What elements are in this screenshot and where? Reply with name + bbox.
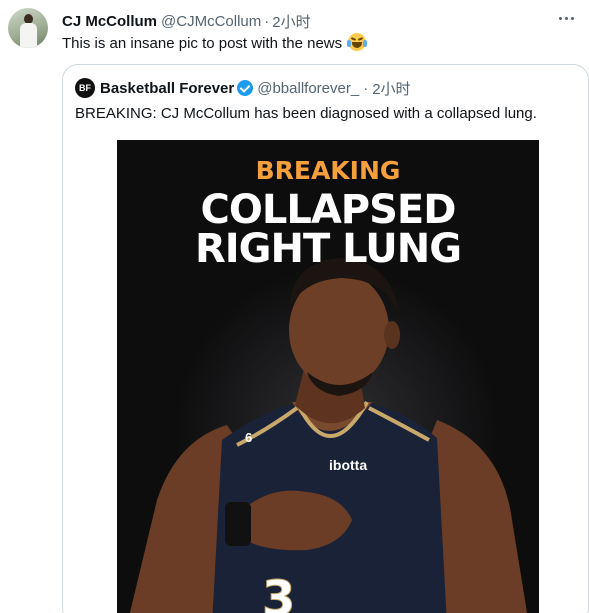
quoted-tweet-card[interactable]: BF Basketball Forever @bballforever_ · 2… <box>62 64 589 613</box>
author-name[interactable]: CJ McCollum <box>62 13 157 30</box>
wristband <box>225 502 251 546</box>
quoted-tweet-text: BREAKING: CJ McCollum has been diagnosed… <box>75 105 537 122</box>
tweet[interactable]: CJ McCollum @CJMcCollum · 2小时 This is an… <box>0 0 589 613</box>
tweet-text-body: This is an insane pic to post with the n… <box>62 35 343 52</box>
tweet-header: CJ McCollum @CJMcCollum · 2小时 <box>62 11 311 31</box>
author-avatar[interactable] <box>8 8 48 48</box>
shoulder-number: 6 <box>245 430 252 445</box>
joy-emoji-icon <box>347 33 368 51</box>
jersey-sponsor: ibotta <box>329 457 367 473</box>
separator-dot: · <box>264 12 270 30</box>
more-options-icon[interactable] <box>553 8 579 28</box>
media-headline-line2: RIGHT LUNG <box>194 226 462 272</box>
media-kicker: BREAKING <box>255 156 401 185</box>
jersey-number: 3 <box>262 571 295 613</box>
quoted-tweet-image[interactable]: ibotta 6 3 BREAKING COLLAPSED RIGHT LUNG <box>117 140 539 613</box>
media-headline-line1: COLLAPSED <box>200 187 457 233</box>
avatar-figure-body <box>20 23 37 48</box>
tweet-text: This is an insane pic to post with the n… <box>62 33 368 54</box>
quoted-timestamp: 2小时 <box>372 80 411 98</box>
quoted-separator-dot: · <box>363 79 369 97</box>
verified-badge-icon <box>237 80 254 96</box>
quoted-author-handle: @bballforever_ <box>257 79 360 97</box>
quoted-author-name: Basketball Forever <box>100 79 235 97</box>
author-handle[interactable]: @CJMcCollum <box>161 13 261 30</box>
timestamp[interactable]: 2小时 <box>272 11 310 32</box>
quoted-author-avatar: BF <box>75 78 95 98</box>
quoted-tweet-header: BF Basketball Forever @bballforever_ · 2… <box>75 78 411 98</box>
